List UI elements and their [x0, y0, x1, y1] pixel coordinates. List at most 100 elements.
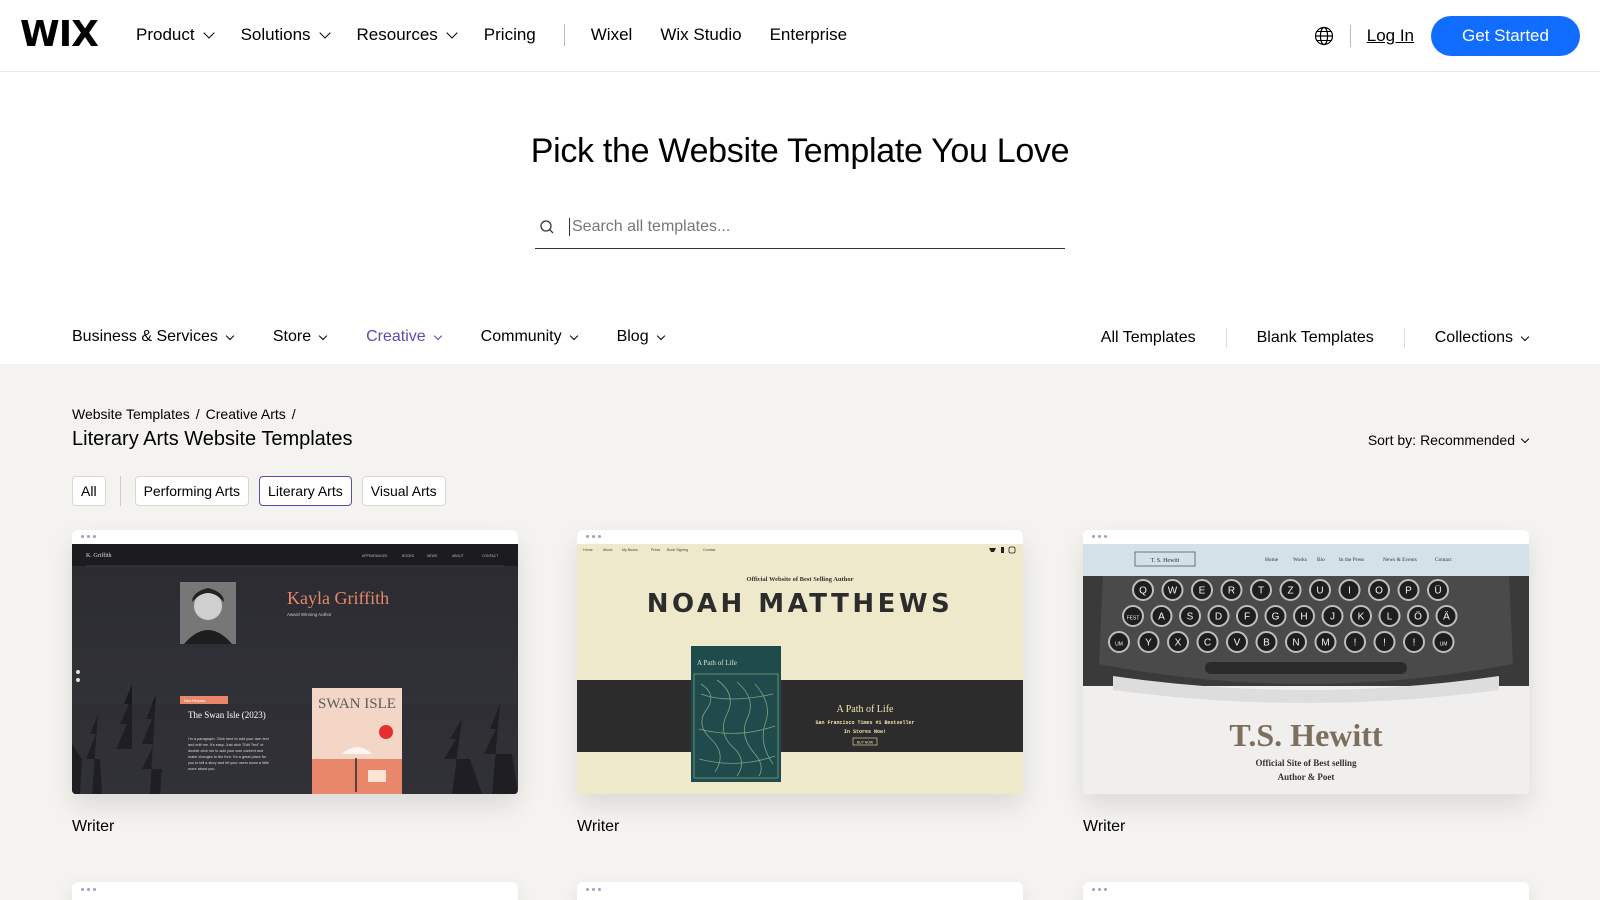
preview-badge: New Release	[184, 699, 205, 703]
collections-menu[interactable]: Collections	[1434, 329, 1530, 347]
template-card[interactable]: Home About My Books Press Book Signing C…	[577, 530, 1023, 836]
template-card-partial[interactable]	[1083, 882, 1529, 900]
sort-value: Recommended	[1420, 432, 1515, 448]
window-dots-icon	[1092, 888, 1110, 891]
typewriter-key-label: Q	[1139, 586, 1147, 597]
thumbnail-kayla-griffith: K. Griffith APPEARANCES BOOKS NEWS ABOUT…	[72, 544, 518, 794]
typewriter-key-label: UM	[1115, 642, 1123, 648]
search-input[interactable]	[569, 218, 1049, 236]
preview-tagline-2: In Stores Now!	[844, 729, 886, 735]
breadcrumb-creative-arts[interactable]: Creative Arts	[206, 406, 286, 422]
category-bar: Business & Services Store Creative Commu…	[0, 300, 1600, 364]
category-business-services[interactable]: Business & Services	[72, 328, 235, 346]
category-blog[interactable]: Blog	[617, 328, 665, 346]
page-headline: Pick the Website Template You Love	[530, 132, 1070, 170]
nav-divider	[1349, 25, 1351, 47]
typewriter-key-label: N	[1292, 638, 1299, 649]
typewriter-key-label: R	[1228, 586, 1235, 597]
typewriter-key-label: !	[1354, 638, 1357, 649]
menu-solutions[interactable]: Solutions	[241, 25, 331, 45]
window-dots-icon	[586, 888, 604, 891]
preview-nav-item: In the Press	[1339, 557, 1364, 563]
browser-bar	[1083, 530, 1529, 544]
get-started-button[interactable]: Get Started	[1431, 16, 1580, 56]
preview-body-wrap: I'm a paragraph. Click here to add your …	[188, 737, 269, 771]
preview-subtitle-1: Official Site of Best selling	[1256, 758, 1357, 768]
collections-label: Collections	[1434, 329, 1513, 346]
menu-pricing[interactable]: Pricing	[484, 25, 536, 45]
preview-title: Kayla Griffith	[287, 588, 389, 608]
template-preview-frame[interactable]: T. S. Hewitt Home Works Bio In the Press…	[1083, 530, 1529, 794]
search-icon	[540, 220, 554, 234]
wix-logo[interactable]: WIX	[20, 16, 99, 54]
typewriter-key-label: A	[1158, 612, 1165, 623]
template-thumbnail[interactable]: K. Griffith APPEARANCES BOOKS NEWS ABOUT…	[72, 544, 518, 794]
typewriter-key-label: W	[1168, 586, 1178, 597]
category-label: Store	[272, 328, 312, 345]
menu-resources[interactable]: Resources	[357, 25, 458, 45]
category-store[interactable]: Store	[272, 328, 328, 346]
filter-all[interactable]: All	[72, 476, 106, 506]
category-creative[interactable]: Creative	[366, 328, 442, 346]
preview-kicker: Official Website of Best Selling Author	[747, 576, 854, 583]
preview-brand: T. S. Hewitt	[1151, 558, 1180, 564]
template-links: All Templates Blank Templates Collection…	[1101, 328, 1530, 348]
typewriter-key-label: FEST	[1127, 616, 1140, 622]
typewriter-key-label: U	[1316, 586, 1323, 597]
globe-icon[interactable]	[1314, 26, 1334, 46]
chevron-down-icon	[318, 26, 331, 39]
preview-nav-item: CONTACT	[482, 554, 498, 558]
typewriter-key-label: X	[1175, 638, 1182, 649]
category-community[interactable]: Community	[481, 328, 578, 346]
category-label: Creative	[366, 328, 426, 345]
menu-pricing-label: Pricing	[483, 25, 536, 44]
thumbnail-ts-hewitt: T. S. Hewitt Home Works Bio In the Press…	[1083, 544, 1529, 794]
template-name[interactable]: Writer	[1083, 818, 1529, 836]
typewriter-key-label: J	[1330, 612, 1335, 623]
chevron-down-icon	[318, 331, 328, 340]
template-thumbnail[interactable]: T. S. Hewitt Home Works Bio In the Press…	[1083, 544, 1529, 794]
sort-label: Sort by:	[1367, 432, 1417, 448]
preview-nav-item: NEWS	[427, 554, 438, 558]
link-wix-studio[interactable]: Wix Studio	[660, 25, 741, 45]
preview-nav-item: About	[603, 548, 612, 552]
preview-nav-item: Home	[1265, 557, 1279, 563]
chevron-down-icon	[433, 331, 442, 340]
preview-nav-item: APPEARANCES	[362, 554, 388, 558]
login-link[interactable]: Log In	[1367, 26, 1414, 46]
chevron-down-icon	[569, 331, 578, 340]
main-menu: Product Solutions Resources Pricing Wixe…	[136, 24, 875, 46]
preview-subtitle-2: Author & Poet	[1278, 772, 1335, 782]
typewriter-key-label: F	[1244, 612, 1250, 623]
sort-dropdown[interactable]: Sort by: Recommended	[1367, 432, 1530, 448]
preview-book-heading: The Swan Isle (2023)	[188, 710, 266, 720]
all-templates-link[interactable]: All Templates	[1101, 329, 1196, 347]
typewriter-key-label: Y	[1145, 638, 1152, 649]
link-wixel[interactable]: Wixel	[591, 25, 633, 45]
typewriter-key-label: Z	[1287, 586, 1293, 597]
template-preview-frame[interactable]: K. Griffith APPEARANCES BOOKS NEWS ABOUT…	[72, 530, 518, 794]
typewriter-key-label: V	[1234, 638, 1241, 649]
chevron-down-icon	[1520, 434, 1530, 443]
filter-performing-arts[interactable]: Performing Arts	[134, 476, 250, 506]
template-preview-frame[interactable]: Home About My Books Press Book Signing C…	[577, 530, 1023, 794]
filter-literary-arts[interactable]: Literary Arts	[259, 476, 352, 506]
template-thumbnail[interactable]: Home About My Books Press Book Signing C…	[577, 544, 1023, 794]
nav-divider	[563, 24, 565, 46]
breadcrumb: Website Templates / Creative Arts /	[72, 406, 302, 422]
template-card-partial[interactable]	[72, 882, 518, 900]
template-card[interactable]: T. S. Hewitt Home Works Bio In the Press…	[1083, 530, 1529, 836]
preview-nav-item: News & Events	[1383, 557, 1417, 563]
menu-product[interactable]: Product	[136, 25, 215, 45]
preview-nav-item: BOOKS	[402, 554, 415, 558]
link-enterprise[interactable]: Enterprise	[770, 25, 847, 45]
template-card-partial[interactable]	[577, 882, 1023, 900]
blank-templates-link[interactable]: Blank Templates	[1257, 329, 1374, 347]
template-card[interactable]: K. Griffith APPEARANCES BOOKS NEWS ABOUT…	[72, 530, 518, 836]
chevron-down-icon	[446, 26, 458, 39]
preview-title: NOAH MATTHEWS	[647, 589, 954, 619]
filter-visual-arts[interactable]: Visual Arts	[361, 476, 446, 506]
template-name[interactable]: Writer	[72, 818, 518, 836]
template-name[interactable]: Writer	[577, 818, 1023, 836]
breadcrumb-website-templates[interactable]: Website Templates	[72, 406, 190, 422]
